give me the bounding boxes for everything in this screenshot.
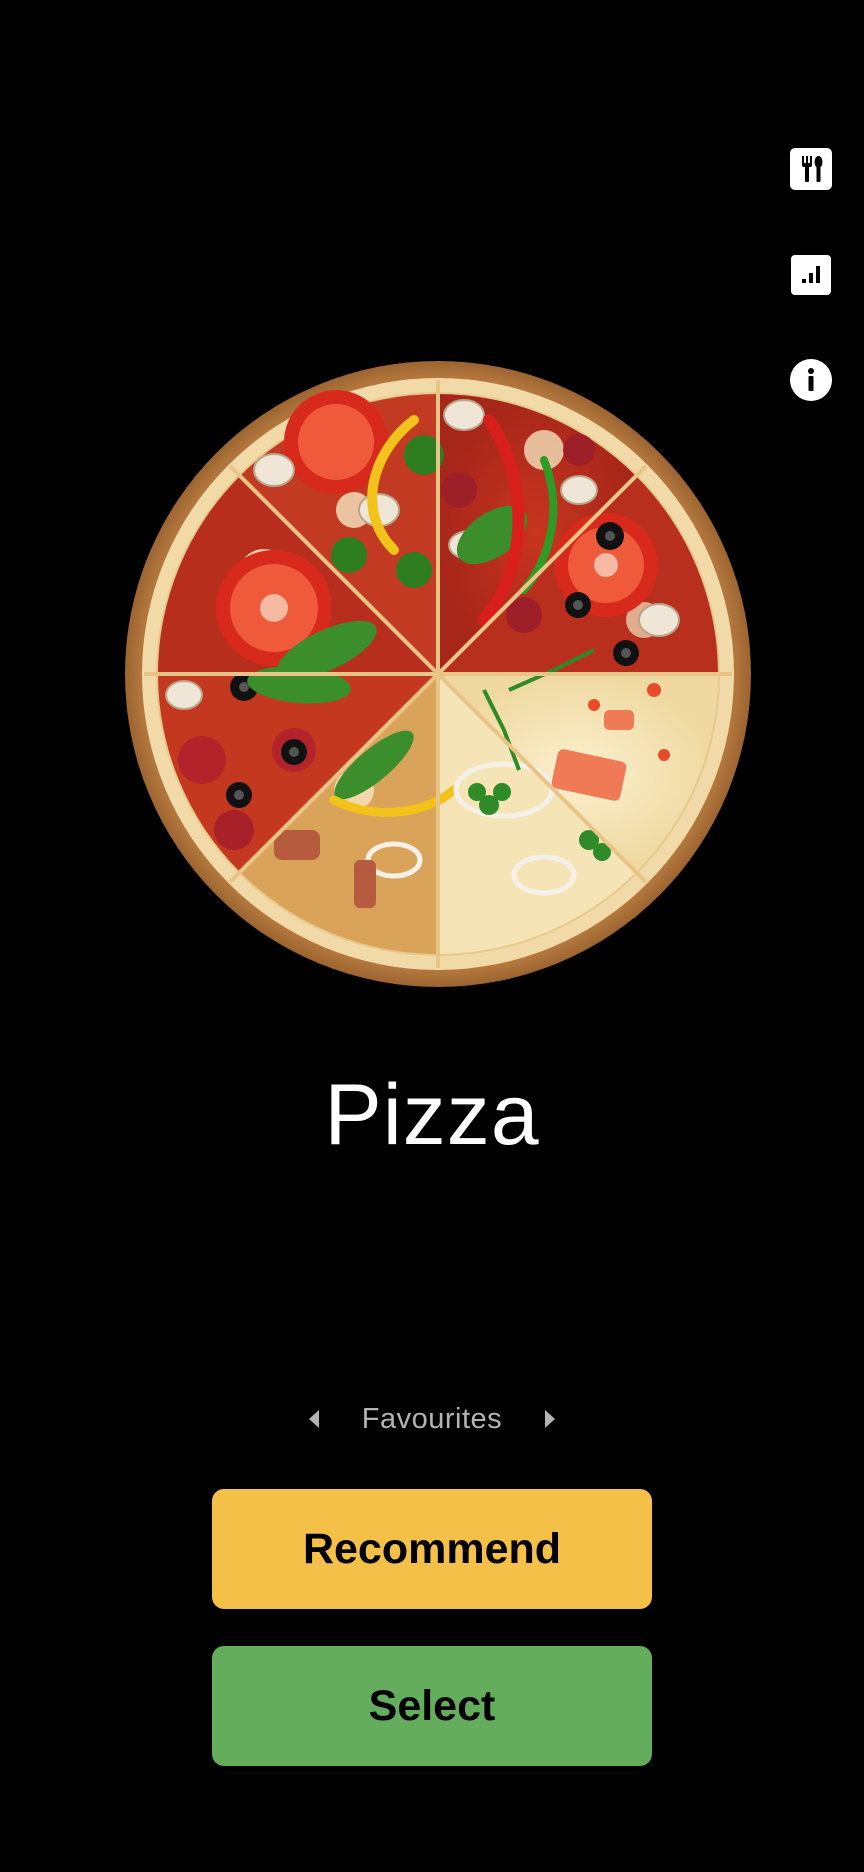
category-selector: Favourites	[0, 1395, 864, 1443]
chevron-left-icon	[308, 1410, 319, 1428]
recommend-button[interactable]: Recommend	[212, 1489, 652, 1609]
chevron-right-icon	[545, 1410, 556, 1428]
previous-category-button[interactable]	[294, 1395, 334, 1443]
food-name: Pizza	[324, 1067, 540, 1163]
next-category-button[interactable]	[530, 1395, 570, 1443]
food-image	[124, 360, 752, 988]
category-label: Favourites	[361, 1402, 503, 1435]
recommend-button-label: Recommend	[302, 1524, 562, 1573]
restaurant-icon[interactable]	[787, 145, 835, 193]
select-button-label: Select	[368, 1681, 496, 1730]
stats-icon[interactable]	[787, 251, 835, 299]
info-icon[interactable]	[787, 356, 835, 404]
select-button[interactable]: Select	[212, 1646, 652, 1766]
